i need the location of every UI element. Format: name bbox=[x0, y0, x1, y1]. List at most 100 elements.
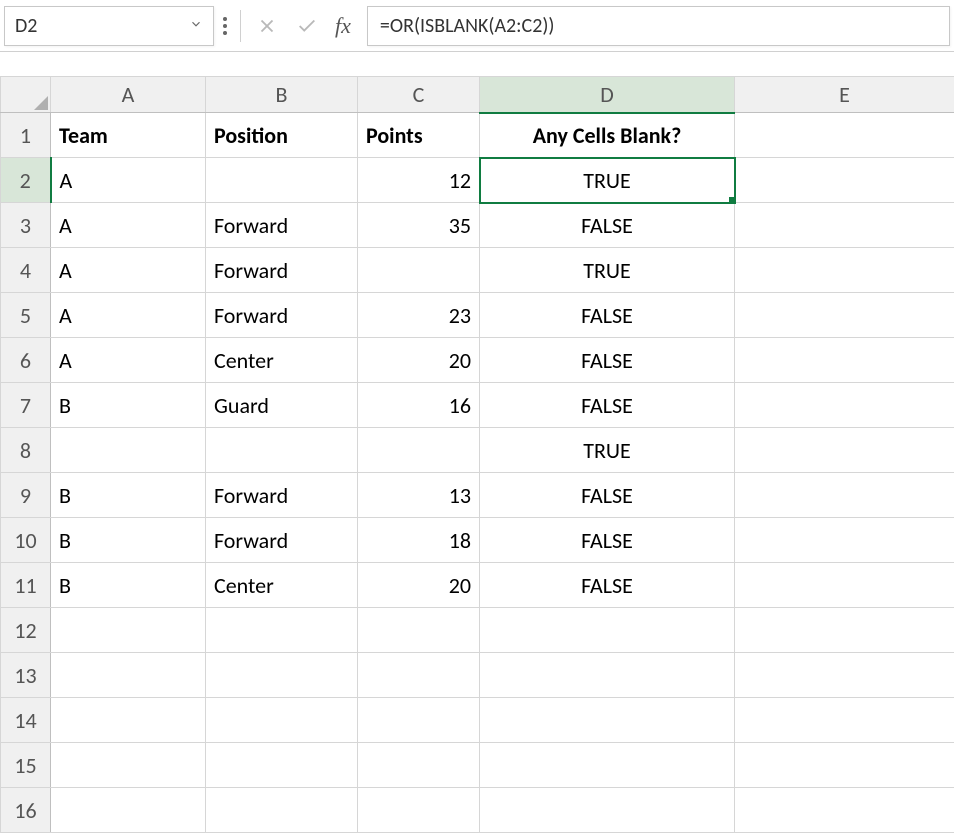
cell-D7[interactable]: FALSE bbox=[480, 383, 735, 428]
cell-A8[interactable] bbox=[51, 428, 206, 473]
cancel-formula-button[interactable] bbox=[249, 8, 285, 44]
cell-C10[interactable]: 18 bbox=[358, 518, 480, 563]
cell-A7[interactable]: B bbox=[51, 383, 206, 428]
cell-E9[interactable] bbox=[735, 473, 954, 518]
cell-C4[interactable] bbox=[358, 248, 480, 293]
row-header-16[interactable]: 16 bbox=[1, 788, 51, 833]
row-header-3[interactable]: 3 bbox=[1, 203, 51, 248]
cell-D1[interactable]: Any Cells Blank? bbox=[480, 113, 735, 158]
cell-C13[interactable] bbox=[358, 653, 480, 698]
cell-D12[interactable] bbox=[480, 608, 735, 653]
cell-C15[interactable] bbox=[358, 743, 480, 788]
cell-C14[interactable] bbox=[358, 698, 480, 743]
insert-function-button[interactable]: fx bbox=[329, 13, 357, 39]
col-header-E[interactable]: E bbox=[735, 77, 954, 113]
cell-E10[interactable] bbox=[735, 518, 954, 563]
accept-formula-button[interactable] bbox=[289, 8, 325, 44]
cell-A10[interactable]: B bbox=[51, 518, 206, 563]
formula-input[interactable]: =OR(ISBLANK(A2:C2)) bbox=[367, 6, 950, 46]
cell-C1[interactable]: Points bbox=[358, 113, 480, 158]
cell-B11[interactable]: Center bbox=[206, 563, 358, 608]
cell-A4[interactable]: A bbox=[51, 248, 206, 293]
cell-D11[interactable]: FALSE bbox=[480, 563, 735, 608]
cell-B8[interactable] bbox=[206, 428, 358, 473]
cell-E7[interactable] bbox=[735, 383, 954, 428]
cell-A15[interactable] bbox=[51, 743, 206, 788]
cell-E8[interactable] bbox=[735, 428, 954, 473]
cell-B6[interactable]: Center bbox=[206, 338, 358, 383]
row-header-9[interactable]: 9 bbox=[1, 473, 51, 518]
cell-D14[interactable] bbox=[480, 698, 735, 743]
cell-A13[interactable] bbox=[51, 653, 206, 698]
row-header-13[interactable]: 13 bbox=[1, 653, 51, 698]
cell-D16[interactable] bbox=[480, 788, 735, 833]
row-header-6[interactable]: 6 bbox=[1, 338, 51, 383]
cell-A5[interactable]: A bbox=[51, 293, 206, 338]
cell-B5[interactable]: Forward bbox=[206, 293, 358, 338]
row-header-4[interactable]: 4 bbox=[1, 248, 51, 293]
select-all-corner[interactable] bbox=[1, 77, 51, 113]
col-header-D[interactable]: D bbox=[480, 77, 735, 113]
cell-A1[interactable]: Team bbox=[51, 113, 206, 158]
kebab-menu-icon[interactable] bbox=[218, 10, 232, 42]
cell-B1[interactable]: Position bbox=[206, 113, 358, 158]
cell-C5[interactable]: 23 bbox=[358, 293, 480, 338]
row-header-8[interactable]: 8 bbox=[1, 428, 51, 473]
cell-A6[interactable]: A bbox=[51, 338, 206, 383]
cell-E2[interactable] bbox=[735, 158, 954, 203]
cell-D10[interactable]: FALSE bbox=[480, 518, 735, 563]
cell-C16[interactable] bbox=[358, 788, 480, 833]
cell-C9[interactable]: 13 bbox=[358, 473, 480, 518]
row-header-15[interactable]: 15 bbox=[1, 743, 51, 788]
cell-D13[interactable] bbox=[480, 653, 735, 698]
cell-A9[interactable]: B bbox=[51, 473, 206, 518]
cell-B10[interactable]: Forward bbox=[206, 518, 358, 563]
cell-B3[interactable]: Forward bbox=[206, 203, 358, 248]
cell-B16[interactable] bbox=[206, 788, 358, 833]
cell-C3[interactable]: 35 bbox=[358, 203, 480, 248]
cell-E14[interactable] bbox=[735, 698, 954, 743]
cell-E5[interactable] bbox=[735, 293, 954, 338]
cell-B12[interactable] bbox=[206, 608, 358, 653]
cell-A12[interactable] bbox=[51, 608, 206, 653]
cell-E16[interactable] bbox=[735, 788, 954, 833]
cell-B4[interactable]: Forward bbox=[206, 248, 358, 293]
cell-A16[interactable] bbox=[51, 788, 206, 833]
cell-D8[interactable]: TRUE bbox=[480, 428, 735, 473]
row-header-11[interactable]: 11 bbox=[1, 563, 51, 608]
cell-D4[interactable]: TRUE bbox=[480, 248, 735, 293]
cell-C11[interactable]: 20 bbox=[358, 563, 480, 608]
cell-E15[interactable] bbox=[735, 743, 954, 788]
name-box[interactable]: D2 bbox=[4, 6, 214, 46]
cell-B2[interactable] bbox=[206, 158, 358, 203]
col-header-A[interactable]: A bbox=[51, 77, 206, 113]
cell-A14[interactable] bbox=[51, 698, 206, 743]
row-header-2[interactable]: 2 bbox=[1, 158, 51, 203]
cell-B13[interactable] bbox=[206, 653, 358, 698]
col-header-C[interactable]: C bbox=[358, 77, 480, 113]
row-header-5[interactable]: 5 bbox=[1, 293, 51, 338]
chevron-down-icon[interactable] bbox=[189, 17, 203, 35]
cell-A2[interactable]: A bbox=[51, 158, 206, 203]
cell-A11[interactable]: B bbox=[51, 563, 206, 608]
cell-B7[interactable]: Guard bbox=[206, 383, 358, 428]
cell-C12[interactable] bbox=[358, 608, 480, 653]
cell-D6[interactable]: FALSE bbox=[480, 338, 735, 383]
row-header-1[interactable]: 1 bbox=[1, 113, 51, 158]
col-header-B[interactable]: B bbox=[206, 77, 358, 113]
cell-B15[interactable] bbox=[206, 743, 358, 788]
cell-D2[interactable]: TRUE bbox=[480, 158, 735, 203]
cell-A3[interactable]: A bbox=[51, 203, 206, 248]
spreadsheet-grid[interactable]: A B C D E 1 Team Position Points Any Cel… bbox=[0, 76, 954, 833]
cell-B9[interactable]: Forward bbox=[206, 473, 358, 518]
cell-C8[interactable] bbox=[358, 428, 480, 473]
cell-D3[interactable]: FALSE bbox=[480, 203, 735, 248]
row-header-10[interactable]: 10 bbox=[1, 518, 51, 563]
row-header-7[interactable]: 7 bbox=[1, 383, 51, 428]
cell-E3[interactable] bbox=[735, 203, 954, 248]
cell-E11[interactable] bbox=[735, 563, 954, 608]
cell-B14[interactable] bbox=[206, 698, 358, 743]
cell-E13[interactable] bbox=[735, 653, 954, 698]
cell-C6[interactable]: 20 bbox=[358, 338, 480, 383]
cell-D5[interactable]: FALSE bbox=[480, 293, 735, 338]
